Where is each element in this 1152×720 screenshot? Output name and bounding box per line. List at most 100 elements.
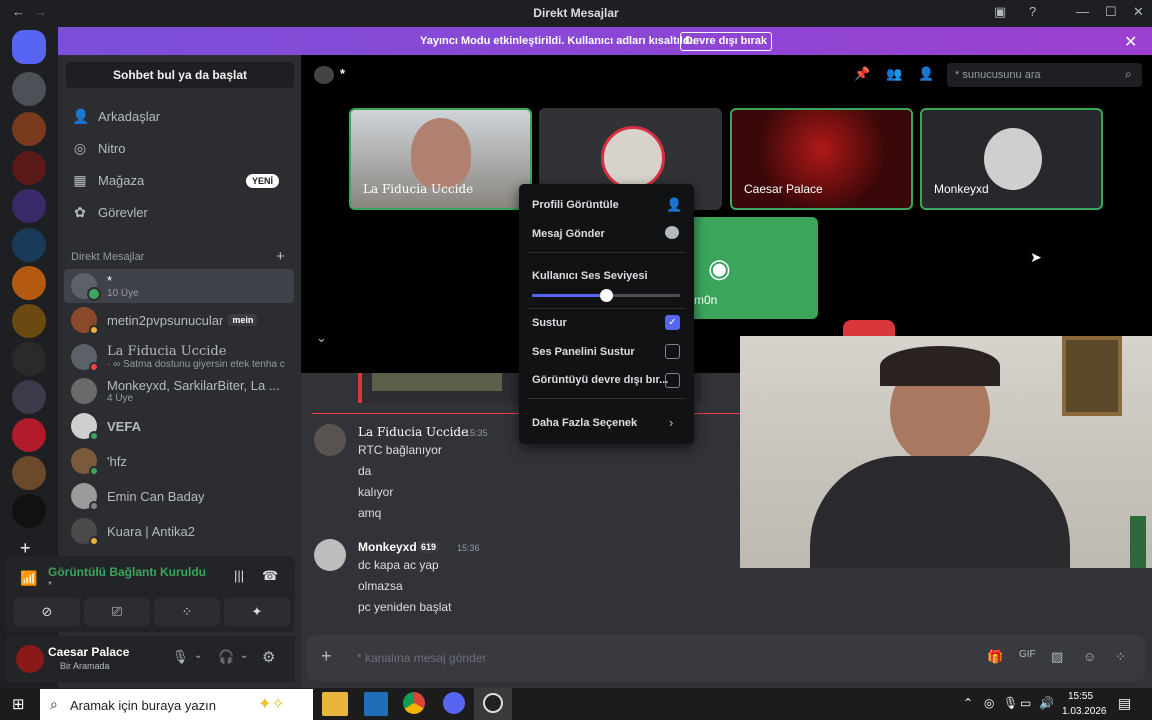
active-app-icon[interactable] bbox=[474, 688, 512, 720]
volume-icon[interactable]: 🔊 bbox=[1039, 696, 1054, 710]
server-icon[interactable] bbox=[12, 228, 46, 262]
gif-icon[interactable]: GIF bbox=[1019, 649, 1036, 660]
dm-item[interactable]: VEFA bbox=[64, 409, 294, 443]
nav-quests[interactable]: ✿ Görevler bbox=[72, 204, 148, 220]
taskbar-search-input[interactable]: ⌕ Aramak için buraya yazın ✦✧ bbox=[40, 689, 313, 720]
camera-off-button[interactable]: ⊘ bbox=[14, 598, 80, 626]
video-tile[interactable]: Monkeyxd bbox=[920, 108, 1103, 210]
screen-share-button[interactable]: ⎚ bbox=[84, 598, 150, 626]
soundwave-icon[interactable]: ||| bbox=[234, 568, 244, 583]
user-context-menu: Profili Görüntüle 👤 Mesaj Gönder Kullanı… bbox=[519, 184, 694, 444]
file-explorer-icon[interactable] bbox=[322, 692, 348, 716]
server-icon[interactable] bbox=[12, 494, 46, 528]
mute-soundboard-checkbox[interactable] bbox=[665, 344, 680, 359]
pinned-icon[interactable]: 📌 bbox=[854, 66, 870, 82]
discord-taskbar-icon[interactable] bbox=[443, 692, 465, 714]
tile-label: Caesar Palace bbox=[744, 182, 823, 196]
find-conversation-button[interactable]: Sohbet bul ya da başlat bbox=[66, 62, 294, 88]
close-icon[interactable]: ✕ bbox=[1124, 32, 1137, 52]
headphones-icon[interactable]: 🎧 bbox=[218, 649, 234, 665]
chevron-down-icon[interactable]: ⌄ bbox=[316, 330, 327, 346]
popout-webcam-video[interactable] bbox=[740, 336, 1152, 568]
end-call-button[interactable] bbox=[843, 320, 895, 336]
emoji-icon[interactable]: ☺ bbox=[1083, 649, 1096, 664]
windows-start-icon[interactable]: ⊞ bbox=[12, 695, 25, 713]
discord-home-icon[interactable] bbox=[12, 30, 46, 64]
clock-time[interactable]: 15:55 bbox=[1068, 691, 1093, 702]
disconnect-icon[interactable]: ☎ bbox=[262, 568, 278, 584]
avatar[interactable] bbox=[314, 424, 346, 456]
minimize-icon[interactable]: — bbox=[1076, 4, 1089, 19]
view-profile-item[interactable]: Profili Görüntüle bbox=[532, 199, 619, 211]
activities-button[interactable]: ⁘ bbox=[154, 598, 220, 626]
members-icon[interactable]: 👤 bbox=[918, 66, 934, 82]
mute-soundboard-item[interactable]: Ses Panelini Sustur bbox=[532, 346, 635, 358]
dm-item[interactable]: metin2pvpsunucular mein bbox=[64, 303, 294, 337]
soundboard-button[interactable]: ✦ bbox=[224, 598, 290, 626]
group-dm-icon[interactable] bbox=[12, 72, 46, 106]
server-icon[interactable] bbox=[12, 304, 46, 338]
notifications-icon[interactable]: ▤ bbox=[1118, 695, 1131, 712]
clock-date[interactable]: 1.03.2026 bbox=[1062, 706, 1107, 717]
message-author[interactable]: Monkeyxd bbox=[358, 540, 417, 554]
server-icon[interactable] bbox=[12, 380, 46, 414]
server-icon[interactable] bbox=[12, 151, 46, 185]
server-icon[interactable] bbox=[12, 456, 46, 490]
search-input[interactable]: * sunucusunu ara ⌕ bbox=[947, 63, 1142, 87]
dm-item[interactable]: La Fiducia Uccide · ∞ Satma dostunu giyer… bbox=[64, 339, 294, 375]
disable-streamer-mode-button[interactable]: Devre dışı bırak bbox=[680, 32, 772, 51]
help-icon[interactable]: ? bbox=[1029, 4, 1036, 19]
chevron-down-icon[interactable]: ⌄ bbox=[240, 650, 248, 661]
tray-icon[interactable]: ◎ bbox=[984, 696, 994, 710]
add-dm-icon[interactable]: + bbox=[276, 248, 285, 265]
tray-chevron-icon[interactable]: ⌃ bbox=[963, 696, 973, 710]
mute-checkbox[interactable]: ✓ bbox=[665, 315, 680, 330]
search-icon: ⌕ bbox=[50, 696, 58, 712]
server-tag: mein bbox=[228, 314, 258, 326]
message-author[interactable]: La Fiducia Uccide bbox=[358, 425, 468, 439]
inbox-icon[interactable]: ▣ bbox=[994, 4, 1006, 20]
sticker-icon[interactable]: ▨ bbox=[1051, 649, 1063, 665]
server-icon[interactable] bbox=[12, 342, 46, 376]
avatar[interactable] bbox=[314, 539, 346, 571]
nav-friends[interactable]: 👤 Arkadaşlar bbox=[72, 108, 160, 124]
dm-item[interactable]: 'hfz bbox=[64, 444, 294, 478]
voice-status[interactable]: Görüntülü Bağlantı Kuruldu bbox=[48, 565, 206, 579]
dm-item[interactable]: Kuara | Antika2 bbox=[64, 514, 294, 548]
chevron-down-icon[interactable]: ⌄ bbox=[194, 650, 202, 661]
chrome-icon[interactable] bbox=[403, 692, 425, 714]
video-tile[interactable]: ◉ m0n bbox=[682, 217, 818, 319]
dm-item[interactable]: Monkeyxd, SarkilarBiter, La ... 4 Üye bbox=[64, 374, 294, 408]
disable-video-checkbox[interactable] bbox=[665, 373, 680, 388]
close-icon[interactable]: ✕ bbox=[1133, 4, 1144, 20]
server-icon[interactable] bbox=[12, 112, 46, 146]
gift-icon[interactable]: 🎁 bbox=[987, 649, 1003, 665]
add-member-icon[interactable]: 👥 bbox=[886, 66, 902, 82]
apps-icon[interactable]: ⁘ bbox=[1115, 649, 1126, 665]
server-icon[interactable] bbox=[12, 189, 46, 223]
add-attachment-icon[interactable]: + bbox=[321, 646, 332, 667]
more-options-item[interactable]: Daha Fazla Seçenek bbox=[532, 417, 637, 429]
dm-name: 'hfz bbox=[107, 453, 127, 469]
volume-handle[interactable] bbox=[600, 289, 613, 302]
send-message-item[interactable]: Mesaj Gönder bbox=[532, 228, 605, 240]
maximize-icon[interactable]: ☐ bbox=[1105, 4, 1117, 20]
disable-video-item[interactable]: Görüntüyü devre dışı bır... bbox=[532, 374, 668, 386]
mute-item[interactable]: Sustur bbox=[532, 317, 567, 329]
nav-nitro[interactable]: ◎ Nitro bbox=[72, 140, 126, 156]
microphone-icon[interactable]: 🎙 bbox=[172, 649, 189, 665]
message-composer[interactable]: + * kanalına mesaj gönder 🎁 GIF ▨ ☺ ⁘ bbox=[307, 635, 1145, 681]
video-tile[interactable]: La Fiducia Uccide bbox=[349, 108, 532, 210]
server-icon[interactable] bbox=[12, 418, 46, 452]
network-icon[interactable]: ▭ bbox=[1020, 696, 1031, 710]
microphone-icon[interactable]: 🎙 bbox=[1003, 696, 1018, 710]
settings-gear-icon[interactable]: ⚙ bbox=[262, 648, 275, 666]
app-icon[interactable] bbox=[364, 692, 388, 716]
avatar[interactable] bbox=[16, 645, 44, 673]
server-icon[interactable] bbox=[12, 266, 46, 300]
dm-item[interactable]: Emin Can Baday bbox=[64, 479, 294, 513]
dm-item[interactable]: * 10 Üye bbox=[64, 269, 294, 303]
video-tile[interactable]: Caesar Palace bbox=[730, 108, 913, 210]
volume-slider[interactable] bbox=[532, 289, 680, 302]
nav-shop[interactable]: ▦ Mağaza bbox=[72, 172, 144, 188]
